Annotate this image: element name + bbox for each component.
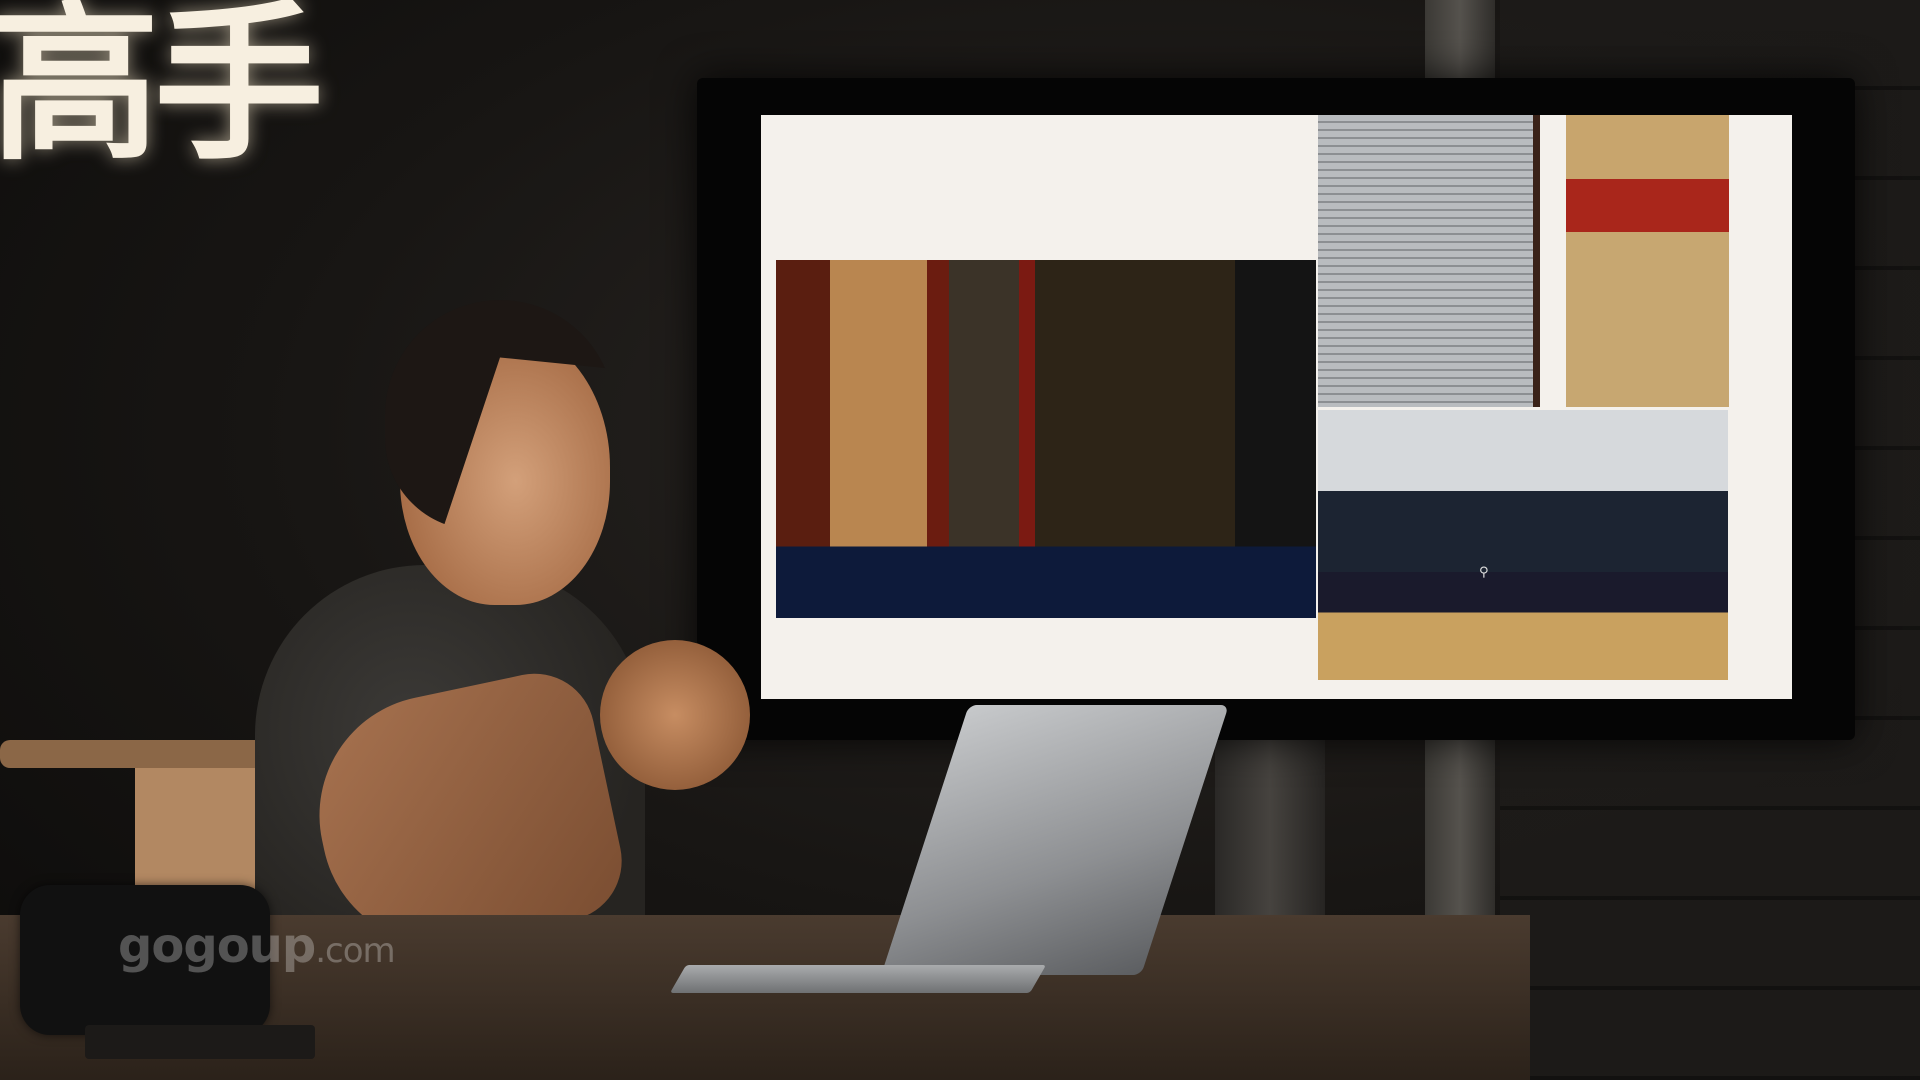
- menu-photo: [1318, 115, 1540, 407]
- counter-photo: [1318, 410, 1728, 680]
- monitor-screen: ⚲: [761, 115, 1792, 699]
- illuminated-sign: 高手: [0, 0, 324, 184]
- wall-photo: [1566, 115, 1729, 407]
- watermark: gogoup.com: [118, 918, 396, 974]
- restaurant-photo: [776, 260, 1316, 618]
- laptop-base: [669, 965, 1047, 993]
- monitor-stand: [1215, 740, 1325, 940]
- search-icon: ⚲: [1479, 565, 1489, 580]
- menu-photo-frame: [1533, 115, 1540, 407]
- watermark-brand: gogoup: [118, 918, 316, 974]
- camera-pad: [85, 1025, 315, 1059]
- chair-rail: [0, 740, 270, 768]
- video-frame: 高手 ⚲ gogoup.com: [0, 0, 1920, 1080]
- presenter-hands: [600, 640, 750, 790]
- watermark-suffix: .com: [315, 931, 395, 971]
